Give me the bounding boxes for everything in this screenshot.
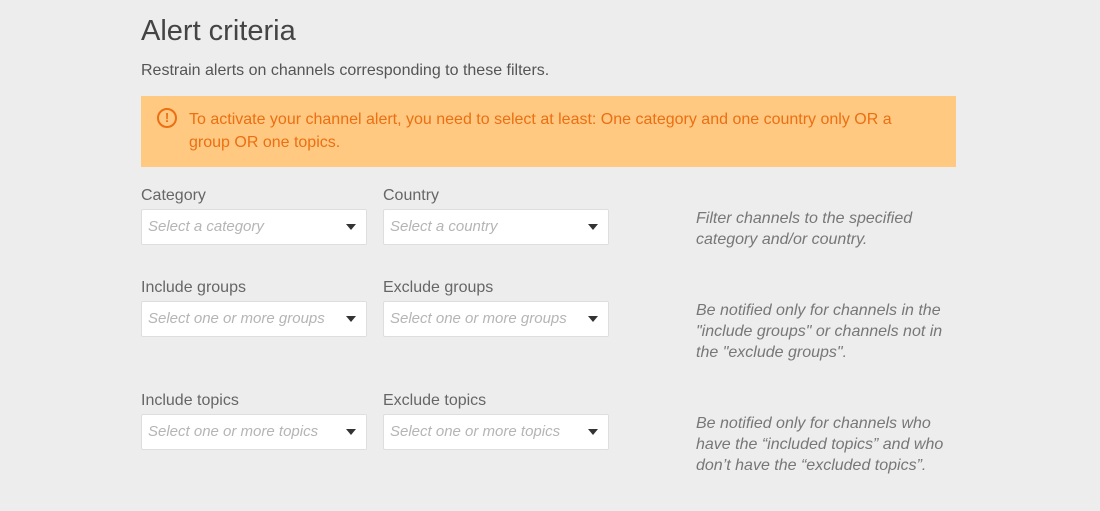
chevron-down-icon bbox=[346, 316, 356, 322]
include-groups-placeholder: Select one or more groups bbox=[148, 310, 325, 327]
exclude-topics-select[interactable]: Select one or more topics bbox=[383, 414, 609, 450]
include-topics-select[interactable]: Select one or more topics bbox=[141, 414, 367, 450]
chevron-down-icon bbox=[588, 224, 598, 230]
chevron-down-icon bbox=[588, 316, 598, 322]
alert-criteria-page: Alert criteria Restrain alerts on channe… bbox=[0, 0, 1100, 511]
exclude-topics-label: Exclude topics bbox=[383, 392, 487, 409]
topics-help: Be notified only for channels who have t… bbox=[696, 415, 944, 474]
category-country-help: Filter channels to the specified categor… bbox=[696, 210, 913, 248]
page-subtitle: Restrain alerts on channels correspondin… bbox=[141, 62, 550, 79]
page-title: Alert criteria bbox=[141, 15, 296, 47]
chevron-down-icon bbox=[346, 429, 356, 435]
exclude-groups-select[interactable]: Select one or more groups bbox=[383, 301, 609, 337]
chevron-down-icon bbox=[346, 224, 356, 230]
exclude-topics-placeholder: Select one or more topics bbox=[390, 423, 561, 440]
groups-help: Be notified only for channels in the "in… bbox=[696, 302, 943, 361]
exclamation-circle-icon: ! bbox=[157, 108, 177, 128]
chevron-down-icon bbox=[588, 429, 598, 435]
include-topics-label: Include topics bbox=[141, 392, 239, 409]
exclude-groups-label: Exclude groups bbox=[383, 279, 494, 296]
exclude-groups-placeholder: Select one or more groups bbox=[390, 310, 567, 327]
warning-alert-text: To activate your channel alert, you need… bbox=[189, 111, 892, 151]
include-groups-select[interactable]: Select one or more groups bbox=[141, 301, 367, 337]
category-select[interactable]: Select a category bbox=[141, 209, 367, 245]
category-label: Category bbox=[141, 187, 206, 204]
include-topics-placeholder: Select one or more topics bbox=[148, 423, 319, 440]
country-label: Country bbox=[383, 187, 440, 204]
category-select-placeholder: Select a category bbox=[148, 218, 264, 235]
country-select-placeholder: Select a country bbox=[390, 218, 498, 235]
include-groups-label: Include groups bbox=[141, 279, 246, 296]
country-select[interactable]: Select a country bbox=[383, 209, 609, 245]
warning-alert: ! To activate your channel alert, you ne… bbox=[141, 96, 956, 167]
